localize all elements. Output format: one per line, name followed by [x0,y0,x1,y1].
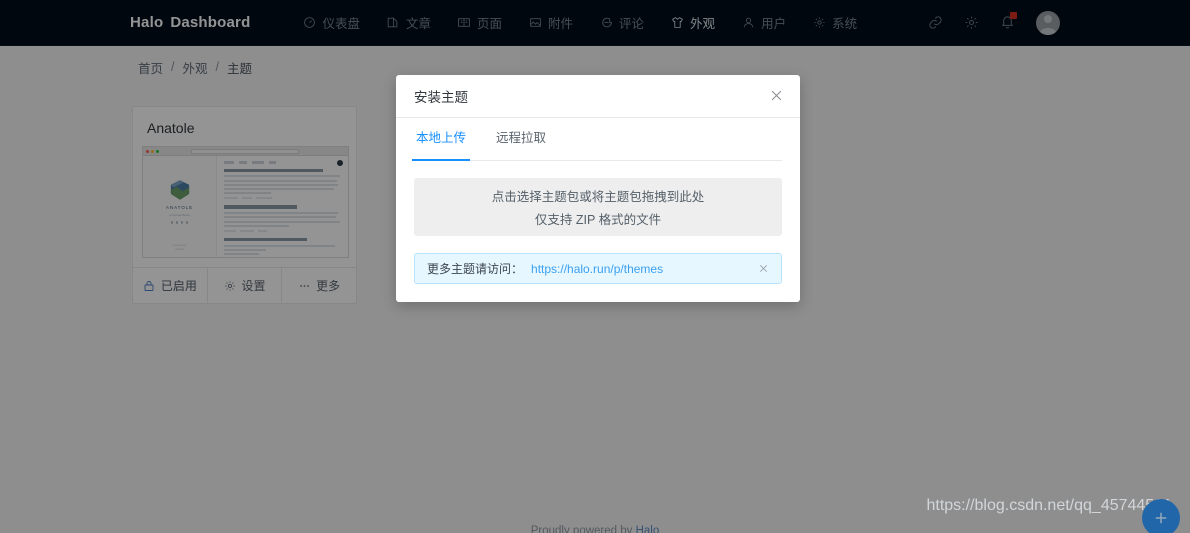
alert-text: 更多主题请访问： [427,262,524,276]
watermark-text: https://blog.csdn.net/qq_45744501 [926,497,1172,514]
close-icon[interactable] [758,263,770,275]
close-icon[interactable] [769,88,785,104]
dropzone-secondary-text: 仅支持 ZIP 格式的文件 [534,213,662,227]
modal-title: 安装主题 [414,90,468,105]
dropzone-primary-text: 点击选择主题包或将主题包拖拽到此处 [491,190,705,204]
plus-icon [1155,512,1167,524]
upload-dropzone[interactable]: 点击选择主题包或将主题包拖拽到此处 仅支持 ZIP 格式的文件 [414,178,782,236]
modal-body: 本地上传 远程拉取 点击选择主题包或将主题包拖拽到此处 仅支持 ZIP 格式的文… [396,118,800,302]
info-alert: 更多主题请访问： https://halo.run/p/themes [414,253,782,284]
alert-link[interactable]: https://halo.run/p/themes [531,262,663,276]
app-root: Halo Dashboard 仪表盘 文章 页面 附件 评论 外观 用户 系统 … [0,0,1190,533]
install-theme-modal: 安装主题 本地上传 远程拉取 点击选择主题包或将主题包拖拽到此处 仅支持 ZIP… [396,75,800,302]
tab-local-upload[interactable]: 本地上传 [411,127,471,161]
tab-remote-fetch[interactable]: 远程拉取 [494,127,548,160]
add-button[interactable] [1142,499,1180,533]
modal-tabs: 本地上传 远程拉取 [411,127,782,161]
modal-header: 安装主题 [396,75,800,118]
